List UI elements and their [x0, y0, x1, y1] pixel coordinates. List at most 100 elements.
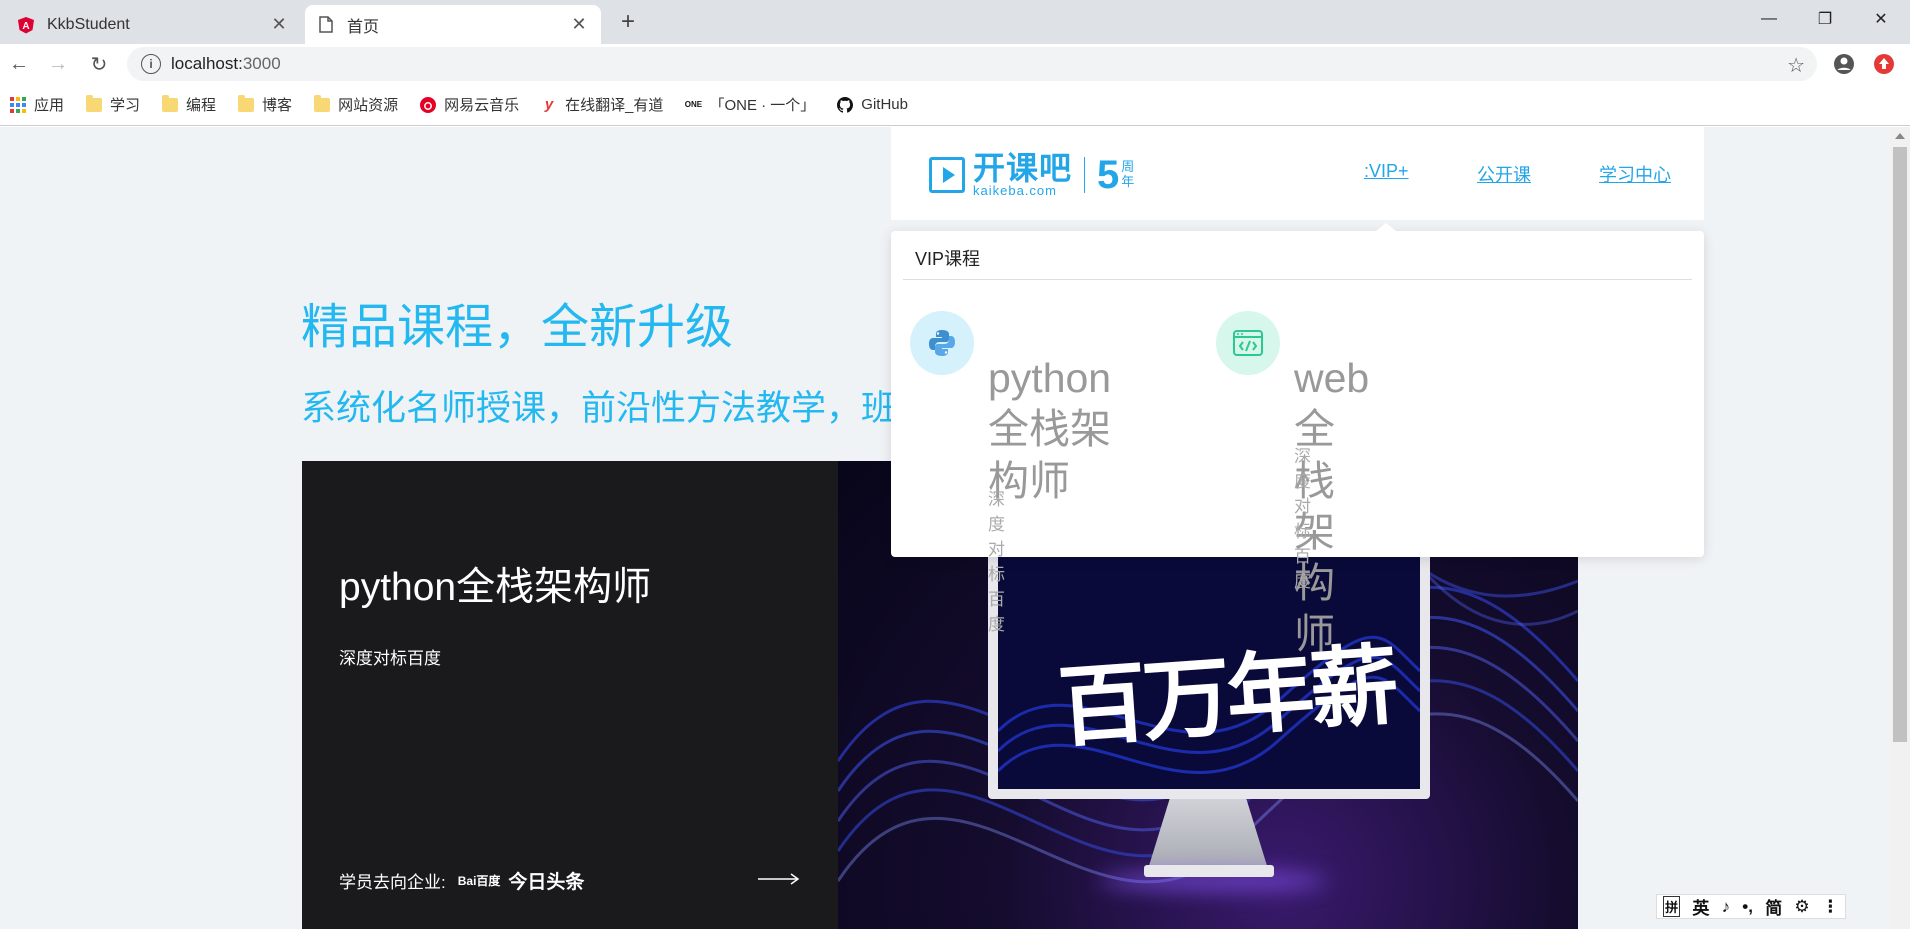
course-title-line-2: 构师 — [988, 457, 1070, 504]
ime-music-note[interactable]: ♪ — [1722, 897, 1731, 917]
toutiao-logo: 今日头条 — [508, 872, 585, 893]
logo-anniversary-text: 周 年 — [1121, 159, 1135, 189]
url-port: 3000 — [242, 54, 281, 73]
bookmarks-bar: 应用 学习 编程 博客 网站资源 网易云音乐 y 在线翻译_有道 ONE 「ON… — [0, 84, 1910, 126]
bookmark-label: 「ONE · 一个」 — [709, 97, 816, 114]
dropdown-caret — [1376, 223, 1396, 231]
site-header: 开课吧 kaikeba.com 5 周 年 :VIP+ 公开课 学习中心 — [891, 127, 1704, 220]
bookmark-netease-music[interactable]: 网易云音乐 — [420, 94, 519, 115]
bookmark-label: GitHub — [861, 96, 908, 113]
bookmark-github[interactable]: GitHub — [837, 96, 908, 113]
url-host: localhost: — [171, 54, 243, 73]
bookmark-label: 在线翻译_有道 — [565, 97, 664, 114]
hero-title: 精品课程，全新升级 — [301, 301, 734, 354]
reload-button[interactable]: ↻ — [84, 50, 114, 78]
arrow-right-icon[interactable] — [758, 869, 800, 889]
folder-icon — [238, 94, 255, 113]
monitor-base — [1144, 865, 1274, 877]
scroll-up-arrow-icon[interactable] — [1895, 133, 1905, 139]
card-footer: 学员去向企业: Bai百度 今日头条 — [339, 867, 584, 894]
logo-anniversary-char-1: 周 — [1121, 159, 1135, 175]
bookmark-youdao[interactable]: y 在线翻译_有道 — [541, 94, 664, 115]
extension-icon[interactable] — [1870, 50, 1898, 78]
bookmark-star-icon[interactable]: ☆ — [1787, 53, 1805, 78]
ime-toolbar[interactable]: 拼 英 ♪ •, 简 ⚙ ⋮ — [1656, 894, 1846, 919]
browser-toolbar: ← → ↻ i localhost:3000 ☆ — [0, 44, 1910, 84]
github-icon — [837, 96, 854, 113]
logo-chinese: 开课吧 — [973, 150, 1073, 186]
apps-icon — [10, 96, 26, 113]
minimize-button[interactable]: — — [1741, 0, 1797, 38]
bookmark-label: 编程 — [186, 97, 217, 114]
course-title-line-1: python全栈架 — [988, 355, 1112, 453]
bookmark-label: 网站资源 — [338, 97, 399, 114]
nav-open-course[interactable]: 公开课 — [1477, 161, 1531, 187]
vip-dropdown-menu: VIP课程 python全栈架 构师 深度对标百度 web全栈架构师 深度对标百度 — [891, 223, 1704, 657]
one-icon: ONE — [684, 100, 703, 109]
address-bar[interactable]: i localhost:3000 ☆ — [127, 47, 1817, 81]
bookmark-label: 应用 — [34, 97, 65, 114]
back-button[interactable]: ← — [4, 50, 34, 78]
bookmark-folder-blog[interactable]: 博客 — [238, 94, 292, 115]
folder-icon — [314, 94, 331, 113]
code-window-icon — [1216, 311, 1280, 375]
course-title: python全栈架 构师 — [988, 353, 1111, 507]
baidu-logo: Bai百度 — [457, 874, 501, 888]
url-text: localhost:3000 — [171, 54, 281, 74]
card-title: python全栈架构师 — [339, 566, 652, 609]
ime-punctuation[interactable]: •, — [1742, 897, 1753, 917]
company-logos: Bai百度 今日头条 — [458, 867, 585, 894]
folder-icon — [86, 94, 103, 113]
course-description: 深度对标百度 — [1294, 447, 1311, 591]
ime-pinyin[interactable]: 拼 — [1663, 896, 1681, 917]
nav-learning-center[interactable]: 学习中心 — [1599, 161, 1671, 187]
page-scrollbar[interactable] — [1890, 127, 1910, 929]
bookmark-label: 学习 — [110, 97, 141, 114]
bookmark-folder-study[interactable]: 学习 — [86, 94, 140, 115]
hero-subtitle: 系统化名师授课，前沿性方法教学，班 — [301, 389, 897, 428]
restore-button[interactable]: ❐ — [1797, 0, 1853, 38]
python-icon — [910, 311, 974, 375]
tab-label: KkbStudent — [47, 15, 130, 33]
play-logo-icon — [929, 156, 965, 193]
nav-vip[interactable]: :VIP+ — [1364, 161, 1409, 182]
ime-settings-icon[interactable]: ⚙ — [1794, 897, 1809, 917]
ime-more-icon[interactable]: ⋮ — [1822, 897, 1839, 917]
bookmark-apps[interactable]: 应用 — [10, 94, 64, 115]
youdao-icon: y — [544, 96, 554, 113]
bookmark-folder-resources[interactable]: 网站资源 — [314, 94, 398, 115]
close-tab-icon[interactable]: ✕ — [567, 13, 591, 37]
folder-icon — [162, 94, 179, 113]
card-info-panel: python全栈架构师 深度对标百度 学员去向企业: Bai百度 今日头条 — [302, 461, 838, 929]
close-window-button[interactable]: ✕ — [1853, 0, 1909, 38]
bookmark-label: 网易云音乐 — [444, 97, 520, 114]
logo-divider — [1084, 156, 1086, 193]
bookmark-label: 博客 — [262, 97, 293, 114]
profile-icon[interactable] — [1830, 50, 1858, 78]
page-icon — [317, 16, 335, 34]
tab-home[interactable]: 首页 ✕ — [305, 5, 601, 44]
forward-button[interactable]: → — [43, 50, 73, 78]
tab-label: 首页 — [347, 18, 380, 36]
course-description: 深度对标百度 — [988, 490, 1005, 634]
tab-kkbstudent[interactable]: A KkbStudent ✕ — [5, 5, 301, 44]
scrollbar-thumb[interactable] — [1893, 147, 1907, 742]
logo-anniversary-number: 5 — [1097, 152, 1120, 197]
netease-music-icon — [420, 96, 437, 113]
ime-simplified[interactable]: 简 — [1765, 894, 1782, 919]
bookmark-one[interactable]: ONE 「ONE · 一个」 — [684, 94, 816, 115]
card-foot-label: 学员去向企业: — [339, 873, 446, 892]
kaikeba-logo[interactable]: 开课吧 kaikeba.com 5 周 年 — [929, 152, 1134, 197]
ime-english[interactable]: 英 — [1692, 894, 1709, 919]
browser-tab-strip: A KkbStudent ✕ 首页 ✕ + — ❐ ✕ — [0, 0, 1910, 44]
svg-text:A: A — [22, 21, 29, 32]
angular-icon: A — [17, 16, 35, 34]
close-tab-icon[interactable]: ✕ — [267, 13, 291, 37]
logo-anniversary-char-2: 年 — [1121, 173, 1135, 189]
logo-english: kaikeba.com — [973, 183, 1057, 198]
dropdown-divider — [903, 279, 1692, 280]
info-icon[interactable]: i — [141, 54, 161, 74]
new-tab-button[interactable]: + — [614, 8, 642, 36]
bookmark-folder-programming[interactable]: 编程 — [162, 94, 216, 115]
card-description: 深度对标百度 — [339, 649, 441, 668]
